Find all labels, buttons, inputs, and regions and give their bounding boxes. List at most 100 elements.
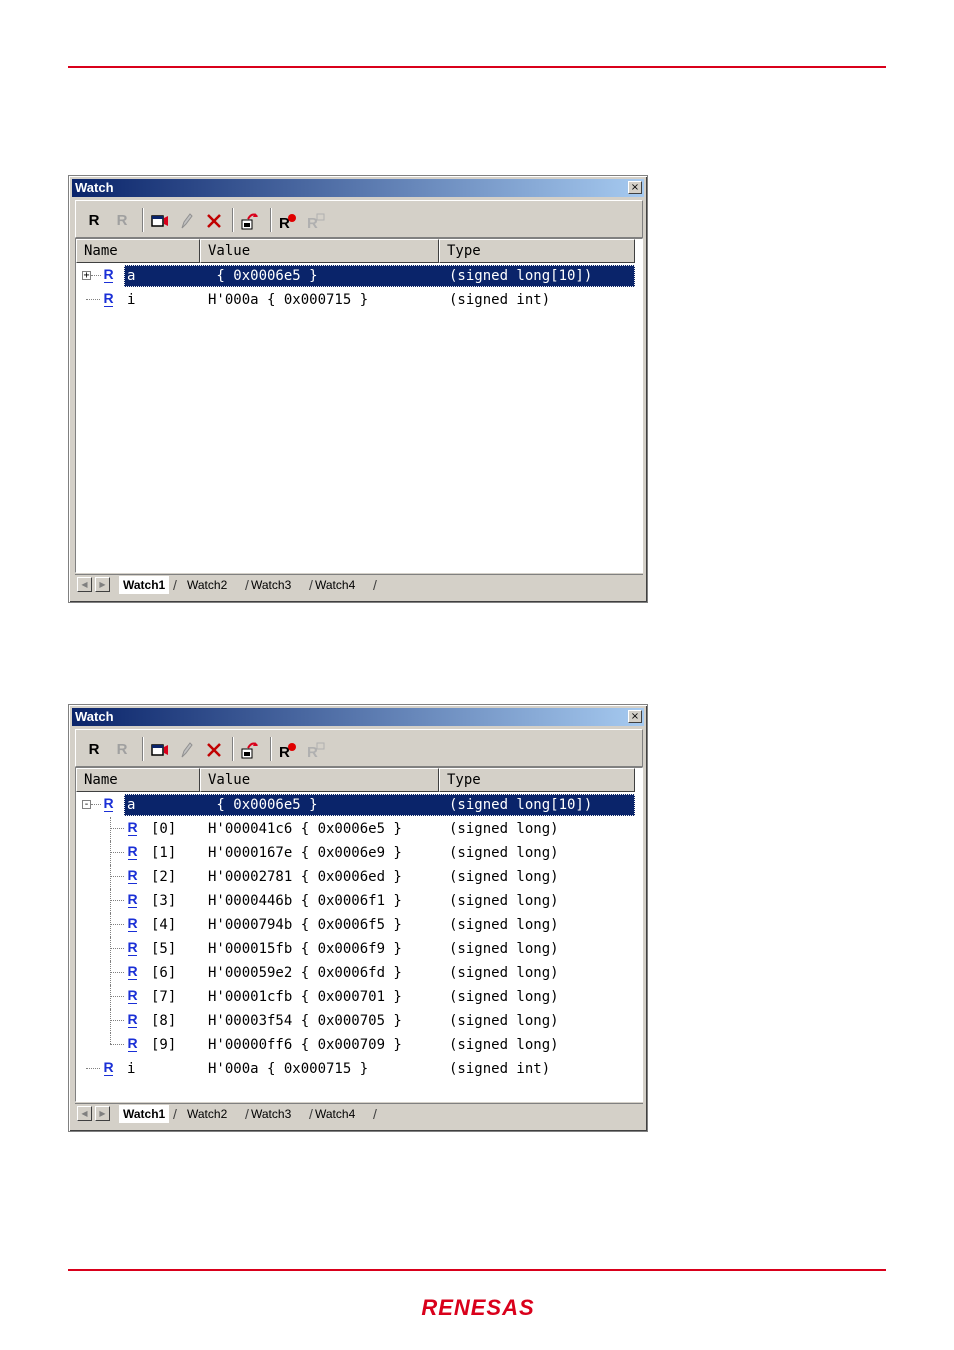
expand-icon[interactable]: + xyxy=(82,271,91,281)
register-variable-icon: R xyxy=(102,1059,115,1076)
close-button[interactable]: × xyxy=(628,710,642,723)
register-disabled-button[interactable]: R xyxy=(112,211,132,231)
edit-value-button[interactable] xyxy=(176,740,196,760)
edit-value-icon xyxy=(181,213,193,229)
close-icon: × xyxy=(630,711,640,722)
register-button[interactable]: R xyxy=(84,740,104,760)
triangle-right-icon: ▶ xyxy=(99,580,106,589)
radix-button[interactable]: R xyxy=(306,740,326,761)
breakpoint-register-button[interactable]: R xyxy=(278,211,298,232)
watch-row[interactable]: R [2] H'00002781 { 0x0006ed } (signed long) xyxy=(76,865,642,889)
tree-connector xyxy=(110,948,124,949)
tree-connector xyxy=(110,889,111,913)
watch-list[interactable]: Name Value Type - Ra { 0x0006e5 } (signed lon… xyxy=(75,767,643,1102)
add-watch-button[interactable] xyxy=(150,740,170,760)
add-watch-button[interactable] xyxy=(150,211,170,231)
tree-connector xyxy=(110,1009,111,1033)
watch-name: [0] xyxy=(151,821,177,837)
watch-value: { 0x0006e5 } xyxy=(208,268,318,284)
watch-type: (signed long) xyxy=(449,821,559,837)
watch-row[interactable]: Ri H'000a { 0x000715 } (signed int) xyxy=(76,288,642,312)
triangle-left-icon: ◀ xyxy=(81,1109,88,1118)
column-header-type[interactable]: Type xyxy=(439,768,635,792)
watch-name: [8] xyxy=(151,1013,177,1029)
watch-row[interactable]: R [0] H'000041c6 { 0x0006e5 } (signed long) xyxy=(76,817,642,841)
tab-watch2[interactable]: Watch2 xyxy=(187,1105,227,1123)
column-header-name[interactable]: Name xyxy=(76,768,200,792)
register-disabled-button[interactable]: R xyxy=(112,740,132,760)
tree-connector xyxy=(91,804,101,805)
watch-row[interactable]: + Ra { 0x0006e5 } (signed long[10]) xyxy=(76,264,642,288)
triangle-right-icon: ▶ xyxy=(99,1109,106,1118)
watch-window-expanded: Watch × R R R R Name Value Type - Ra { 0x0006e5 }(… xyxy=(68,704,648,1132)
watch-value: { 0x0006e5 } xyxy=(208,797,318,813)
column-header-type[interactable]: Type xyxy=(439,239,635,263)
watch-row[interactable]: R [6] H'000059e2 { 0x0006fd } (signed long) xyxy=(76,961,642,985)
watch-row[interactable]: R [8] H'00003f54 { 0x000705 } (signed long) xyxy=(76,1009,642,1033)
tab-scroll-left-button[interactable]: ◀ xyxy=(77,1106,92,1121)
tree-connector xyxy=(110,937,111,961)
tab-scroll-right-button[interactable]: ▶ xyxy=(95,577,110,592)
watch-value: H'00001cfb { 0x000701 } xyxy=(208,989,402,1005)
watch-row[interactable]: R [7] H'00001cfb { 0x000701 } (signed long) xyxy=(76,985,642,1009)
tab-watch4[interactable]: Watch4 xyxy=(315,1105,355,1123)
register-variable-icon: R xyxy=(126,987,139,1004)
column-header-value[interactable]: Value xyxy=(200,239,439,263)
tab-watch3[interactable]: Watch3 xyxy=(251,1105,291,1123)
refresh-button[interactable] xyxy=(240,740,260,760)
toolbar-separator xyxy=(232,737,234,761)
register-variable-glyph: R xyxy=(127,1011,138,1027)
watch-name: [5] xyxy=(151,941,177,957)
watch-row[interactable]: Ri H'000a { 0x000715 } (signed int) xyxy=(76,1057,642,1081)
register-variable-glyph: R xyxy=(127,987,138,1003)
add-watch-icon xyxy=(151,215,168,227)
register-variable-glyph: R xyxy=(103,1059,114,1075)
tab-divider: / xyxy=(373,577,377,593)
tree-connector xyxy=(110,913,111,937)
close-button[interactable]: × xyxy=(628,181,642,194)
column-header-value[interactable]: Value xyxy=(200,768,439,792)
watch-row[interactable]: R [3] H'0000446b { 0x0006f1 } (signed long) xyxy=(76,889,642,913)
tree-connector xyxy=(110,924,124,925)
register-icon: R xyxy=(88,212,100,229)
watch-list[interactable]: Name Value Type + Ra { 0x0006e5 } (signed lon… xyxy=(75,238,643,573)
radix-button[interactable]: R xyxy=(306,211,326,232)
toolbar: RRRR xyxy=(75,729,643,767)
delete-button[interactable] xyxy=(204,211,224,231)
register-variable-icon: R xyxy=(126,892,139,908)
svg-text:RENESAS: RENESAS xyxy=(421,1295,534,1320)
tab-divider: / xyxy=(373,1106,377,1122)
watch-row[interactable]: R [4] H'0000794b { 0x0006f5 } (signed long) xyxy=(76,913,642,937)
watch-value: H'00000ff6 { 0x000709 } xyxy=(208,1037,402,1053)
tab-watch2[interactable]: Watch2 xyxy=(187,576,227,594)
register-variable-icon: R xyxy=(126,916,139,932)
tab-scroll-left-button[interactable]: ◀ xyxy=(77,577,92,592)
tab-divider: / xyxy=(173,1106,177,1122)
footer-rule xyxy=(68,1269,886,1271)
breakpoint-register-button[interactable]: R xyxy=(278,740,298,761)
refresh-button[interactable] xyxy=(240,211,260,231)
watch-type: (signed long) xyxy=(449,1013,559,1029)
watch-row[interactable]: R [1] H'0000167e { 0x0006e9 } (signed long) xyxy=(76,841,642,865)
register-variable-glyph: R xyxy=(103,266,114,282)
tab-watch3[interactable]: Watch3 xyxy=(251,576,291,594)
title-bar[interactable]: Watch × xyxy=(72,179,644,197)
watch-value: H'00003f54 { 0x000705 } xyxy=(208,1013,402,1029)
watch-row[interactable]: R [9] H'00000ff6 { 0x000709 } (signed long) xyxy=(76,1033,642,1057)
watch-row[interactable]: - Ra { 0x0006e5 } (signed long[10]) xyxy=(76,793,642,817)
column-header-name[interactable]: Name xyxy=(76,239,200,263)
tab-watch4[interactable]: Watch4 xyxy=(315,576,355,594)
tab-watch1[interactable]: Watch1 xyxy=(119,1105,170,1123)
tab-divider: / xyxy=(245,1106,249,1122)
tab-watch1[interactable]: Watch1 xyxy=(119,576,170,594)
toolbar-separator xyxy=(232,208,234,232)
edit-value-button[interactable] xyxy=(176,211,196,231)
watch-row[interactable]: R [5] H'000015fb { 0x0006f9 } (signed long) xyxy=(76,937,642,961)
svg-text:R: R xyxy=(307,744,318,760)
title-bar[interactable]: Watch × xyxy=(72,708,644,726)
tab-scroll-right-button[interactable]: ▶ xyxy=(95,1106,110,1121)
watch-type: (signed long) xyxy=(449,893,559,909)
delete-button[interactable] xyxy=(204,740,224,760)
register-button[interactable]: R xyxy=(84,211,104,231)
collapse-icon[interactable]: - xyxy=(82,800,91,810)
